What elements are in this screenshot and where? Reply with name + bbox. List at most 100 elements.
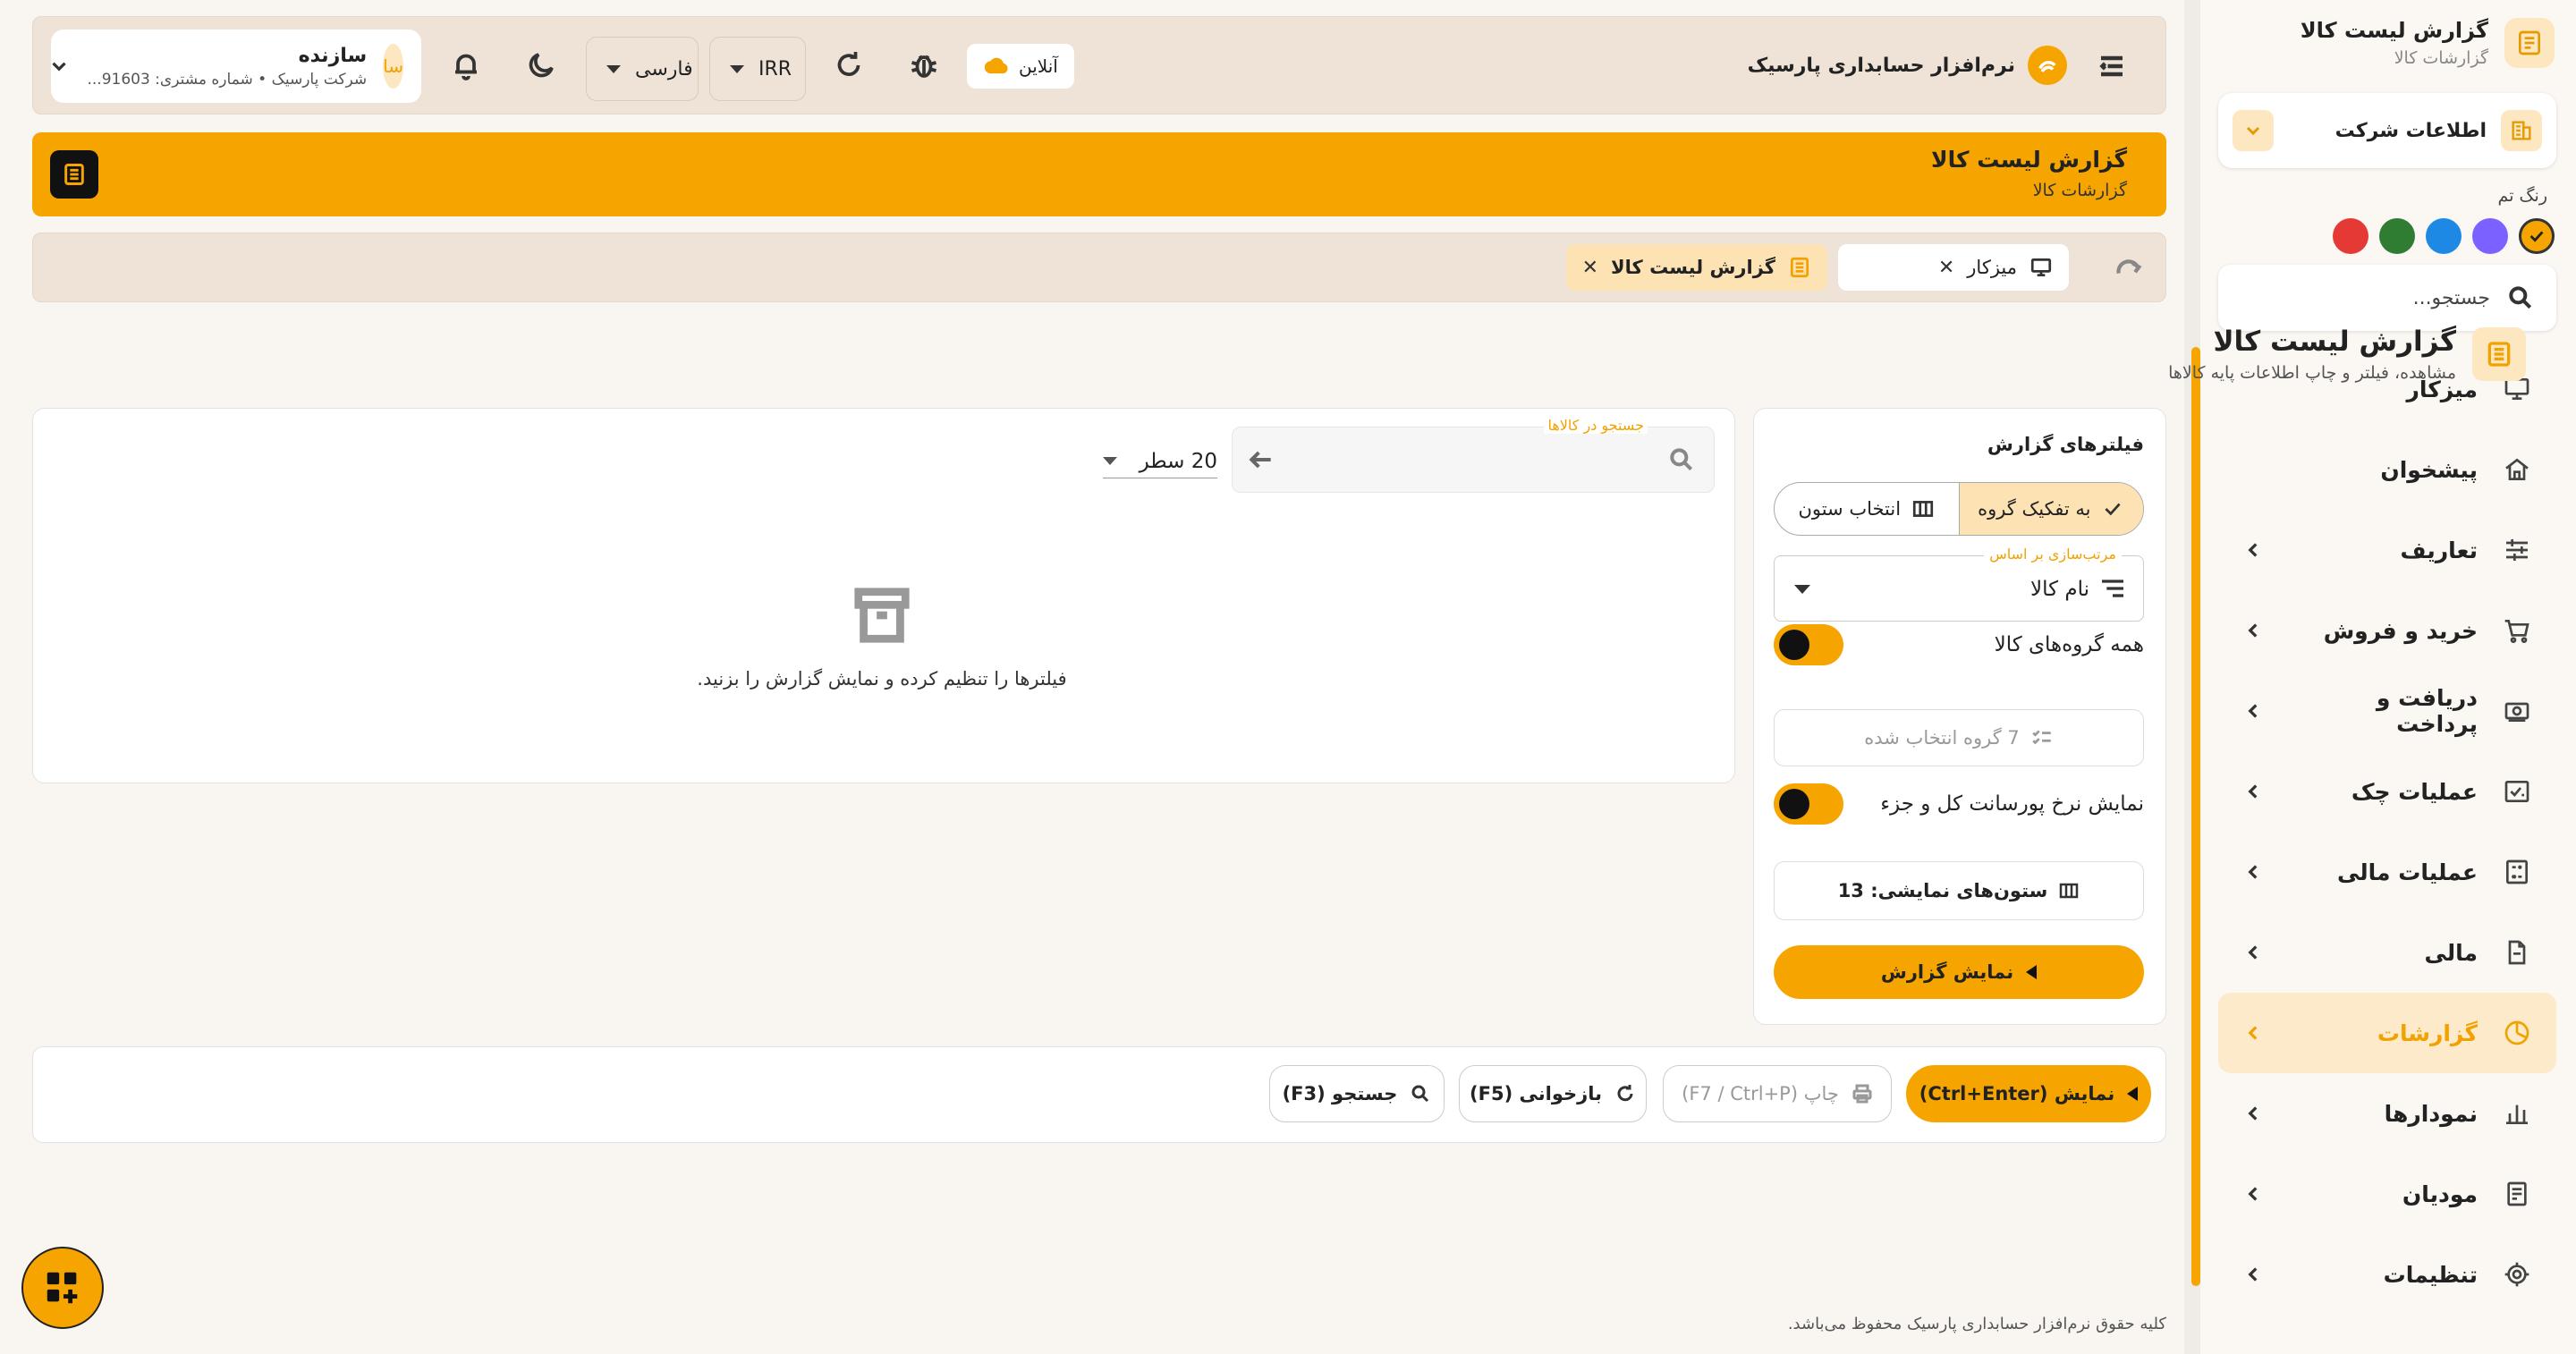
show-report-button[interactable]: نمایش گزارش	[1774, 945, 2144, 999]
sidebar-item-fin-ops[interactable]: عملیات مالی	[2218, 832, 2556, 912]
all-groups-label: همه گروه‌های کالا	[1994, 633, 2144, 656]
show-button-label: نمایش (Ctrl+Enter)	[1919, 1083, 2115, 1104]
sidebar-item-cheques[interactable]: عملیات چک	[2218, 751, 2556, 832]
theme-swatch-green[interactable]	[2379, 218, 2415, 254]
dark-mode-icon[interactable]	[525, 49, 557, 81]
search-button-label: جستجو (F3)	[1282, 1083, 1398, 1104]
column-select-button[interactable]: انتخاب ستون	[1775, 483, 1959, 535]
check-icon	[2529, 231, 2544, 242]
chevron-left-icon	[2241, 619, 2265, 642]
sidebar-item-dashboard[interactable]: پیشخوان	[2218, 429, 2556, 510]
refresh-icon	[1614, 1083, 1636, 1104]
currency-select[interactable]: IRR	[709, 37, 806, 101]
sidebar-item-label: تعاریف	[2400, 537, 2478, 563]
group-by-button[interactable]: به تفکیک گروه	[1958, 483, 2143, 535]
pie-chart-icon	[2501, 1017, 2533, 1049]
menu-toggle-icon[interactable]	[2096, 50, 2128, 82]
report-list-icon	[2504, 18, 2555, 68]
sidebar-item-buy-sell[interactable]: خرید و فروش	[2218, 590, 2556, 671]
sidebar-scrollbar[interactable]	[2191, 347, 2200, 1286]
online-status-badge[interactable]: آنلاین	[967, 44, 1074, 89]
chevron-left-icon	[2241, 780, 2265, 803]
chevron-left-icon	[2241, 1263, 2265, 1286]
page-subtitle: مشاهده، فیلتر و چاپ اطلاعات پایه کالاها	[2168, 363, 2456, 383]
percent-switch[interactable]	[1774, 783, 1843, 825]
language-value: فارسی	[635, 57, 693, 80]
theme-swatch-orange[interactable]	[2519, 218, 2555, 254]
sidebar-item-charts[interactable]: نمودارها	[2218, 1073, 2556, 1154]
theme-color-label: رنگ تم	[2497, 186, 2547, 206]
avatar: سا	[383, 44, 403, 89]
sort-select[interactable]: مرتب‌سازی بر اساس نام کالا	[1774, 546, 2144, 622]
theme-swatch-purple[interactable]	[2472, 218, 2508, 254]
sidebar-item-label: مودیان	[2402, 1181, 2478, 1207]
reload-button-label: بازخوانی (F5)	[1470, 1083, 1602, 1104]
rows-per-page-select[interactable]: 20 سطر	[1103, 444, 1217, 478]
sidebar-header: گزارش لیست کالا گزارشات کالا	[2301, 18, 2555, 68]
caret-down-icon	[1794, 585, 1810, 594]
sidebar: گزارش لیست کالا گزارشات کالا اطلاعات شرک…	[2200, 0, 2576, 1354]
sidebar-item-finance[interactable]: مالی	[2218, 912, 2556, 993]
product-search-label: جستجو در کالاها	[1544, 417, 1648, 434]
column-select-label: انتخاب ستون	[1798, 498, 1902, 520]
arrow-left-icon[interactable]	[1247, 445, 1275, 474]
receipt-icon	[2501, 1178, 2533, 1210]
caret-down-icon	[1103, 457, 1117, 465]
home-icon	[2501, 453, 2533, 486]
sidebar-item-reports[interactable]: گزارشات	[2218, 993, 2556, 1073]
display-columns-label: ستون‌های نمایشی: 13	[1837, 880, 2048, 901]
cash-icon	[2501, 695, 2533, 727]
theme-swatch-red[interactable]	[2333, 218, 2368, 254]
report-list-icon	[1788, 256, 1811, 279]
cloud-icon	[983, 53, 1010, 80]
all-groups-switch[interactable]	[1774, 624, 1843, 665]
groups-selected-label: 7 گروه انتخاب شده	[1864, 727, 2020, 749]
search-button[interactable]: جستجو (F3)	[1269, 1065, 1445, 1122]
company-info-label: اطلاعات شرکت	[2334, 119, 2487, 142]
sidebar-item-label: پیشخوان	[2380, 456, 2478, 483]
group-picker[interactable]: 7 گروه انتخاب شده	[1774, 709, 2144, 766]
tab-label: میزکار	[1967, 257, 2017, 278]
cart-icon	[2501, 614, 2533, 647]
show-button[interactable]: نمایش (Ctrl+Enter)	[1906, 1065, 2151, 1122]
report-list-icon[interactable]	[50, 150, 98, 199]
refresh-icon[interactable]	[833, 49, 865, 81]
product-search-field[interactable]: جستجو در کالاها	[1232, 417, 1715, 493]
chevron-down-icon	[47, 55, 71, 78]
company-info-card[interactable]: اطلاعات شرکت	[2218, 93, 2556, 168]
banner-title: گزارش لیست کالا	[1931, 147, 2127, 173]
close-icon[interactable]: ✕	[1938, 257, 1954, 279]
sidebar-item-taxpayers[interactable]: مودیان	[2218, 1154, 2556, 1234]
sidebar-item-label: عملیات چک	[2351, 778, 2478, 805]
sidebar-item-receive-pay[interactable]: دریافت و پرداخت	[2218, 671, 2556, 751]
theme-swatch-blue[interactable]	[2426, 218, 2462, 254]
sidebar-item-label: دریافت و پرداخت	[2376, 685, 2478, 737]
chevron-down-icon[interactable]	[2233, 110, 2274, 151]
redo-icon[interactable]	[2114, 253, 2144, 283]
sidebar-search-input[interactable]	[2240, 286, 2490, 309]
tab-desk[interactable]: میزکار ✕	[1838, 244, 2069, 291]
checklist-icon	[2030, 726, 2054, 749]
chevron-left-icon	[2241, 1102, 2265, 1125]
chevron-left-icon	[2241, 1021, 2265, 1045]
user-menu[interactable]: سا سازنده شرکت پارسیک • شماره مشتری: 916…	[51, 30, 421, 103]
sidebar-item-definitions[interactable]: تعاریف	[2218, 510, 2556, 590]
app-brand: نرم‌افزار حسابداری پارسیک	[1748, 46, 2067, 85]
report-results-panel: جستجو در کالاها 20 سطر فیلترها را تنظیم …	[32, 408, 1735, 783]
language-select[interactable]: فارسی	[586, 37, 699, 101]
display-columns-button[interactable]: ستون‌های نمایشی: 13	[1774, 861, 2144, 920]
sidebar-item-settings[interactable]: تنظیمات	[2218, 1234, 2556, 1315]
bell-icon[interactable]	[450, 49, 482, 81]
print-button[interactable]: چاپ (F7 / Ctrl+P)	[1663, 1065, 1892, 1122]
sort-label: مرتب‌سازی بر اساس	[1984, 546, 2122, 563]
rows-per-page-value: 20 سطر	[1139, 449, 1217, 473]
report-filters-panel: فیلترهای گزارش به تفکیک گروه انتخاب ستون…	[1753, 408, 2166, 1025]
action-bar: نمایش (Ctrl+Enter) چاپ (F7 / Ctrl+P) باز…	[32, 1046, 2166, 1143]
close-icon[interactable]: ✕	[1582, 257, 1598, 279]
bug-icon[interactable]	[908, 49, 940, 81]
tab-product-list-report[interactable]: گزارش لیست کالا ✕	[1565, 244, 1827, 291]
document-icon	[2501, 936, 2533, 969]
theme-color-picker	[2333, 218, 2555, 254]
reload-button[interactable]: بازخوانی (F5)	[1459, 1065, 1647, 1122]
app-name: نرم‌افزار حسابداری پارسیک	[1747, 54, 2015, 77]
